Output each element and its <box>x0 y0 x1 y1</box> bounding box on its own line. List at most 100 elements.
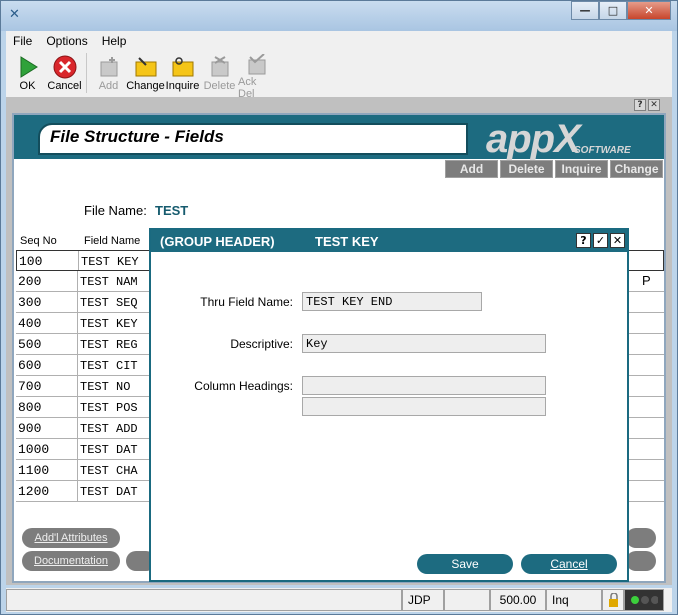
field-cell: TEST ADD <box>80 422 138 436</box>
seq-cell: 400 <box>16 313 78 333</box>
minimize-button[interactable]: — <box>571 1 599 20</box>
menu-file[interactable]: File <box>6 34 39 48</box>
action-delete[interactable]: Delete <box>500 160 553 178</box>
menu-options[interactable]: Options <box>39 34 94 48</box>
field-cell: TEST KEY <box>81 255 139 269</box>
field-cell: TEST REG <box>80 338 138 352</box>
close-icon[interactable]: ✕ <box>648 99 660 111</box>
seq-no-header: Seq No <box>20 235 57 247</box>
title-bar: ✕ — □ ✕ <box>1 1 677 31</box>
seq-cell: 200 <box>16 271 78 291</box>
thru-field-label: Thru Field Name: <box>200 295 293 309</box>
panel-banner: File Structure - Fields appX SOFTWARE <box>14 115 664 161</box>
change-icon <box>134 54 158 80</box>
status-bar: JDP 500.00 Inq <box>6 588 672 612</box>
seq-cell: 700 <box>16 376 78 396</box>
field-cell: TEST SEQ <box>80 296 138 310</box>
cancel-label: Cancel <box>47 80 82 92</box>
toolbar-separator <box>86 53 87 93</box>
column-headings-label: Column Headings: <box>194 379 293 393</box>
seq-cell: 900 <box>16 418 78 438</box>
seq-cell: 1100 <box>16 460 78 480</box>
file-name-value: TEST <box>155 203 189 218</box>
stop-icon <box>53 54 77 80</box>
field-cell: TEST DAT <box>80 485 138 499</box>
dialog-title-right: TEST KEY <box>315 234 379 249</box>
field-cell: TEST NAM <box>80 275 138 289</box>
group-header-dialog: (GROUP HEADER) TEST KEY ? ✓ ✕ Thru Field… <box>149 228 629 582</box>
menu-help[interactable]: Help <box>95 34 134 48</box>
cancel-button[interactable]: Cancel <box>46 51 83 95</box>
field-cell: TEST POS <box>80 401 138 415</box>
status-blank <box>444 589 490 611</box>
change-button[interactable]: Change <box>126 51 165 95</box>
dialog-close-icon[interactable]: ✕ <box>610 233 625 248</box>
action-add[interactable]: Add <box>445 160 498 178</box>
status-message <box>6 589 402 611</box>
seq-cell: 800 <box>16 397 78 417</box>
dialog-help-icon[interactable]: ? <box>576 233 591 248</box>
status-user: JDP <box>402 589 444 611</box>
appx-logo: appX <box>486 117 581 161</box>
seq-cell: 1000 <box>16 439 78 459</box>
close-window-button[interactable]: ✕ <box>627 1 671 20</box>
column-heading-input-2[interactable] <box>302 397 546 416</box>
seq-cell: 300 <box>16 292 78 312</box>
dialog-title-left: (GROUP HEADER) <box>160 234 275 249</box>
field-cell: TEST NO <box>80 380 131 394</box>
descriptive-label: Descriptive: <box>230 337 293 351</box>
add-button[interactable]: Add <box>90 51 127 95</box>
ok-label: OK <box>19 80 36 92</box>
lock-icon <box>602 589 624 611</box>
status-mode: Inq <box>546 589 602 611</box>
field-cell: TEST CIT <box>80 359 138 373</box>
change-label: Change <box>126 80 165 92</box>
delete-icon <box>208 54 232 80</box>
field-cell: TEST CHA <box>80 464 138 478</box>
help-icon[interactable]: ? <box>634 99 646 111</box>
column-heading-input-1[interactable] <box>302 376 546 395</box>
seq-cell: 1200 <box>16 481 78 501</box>
toolbar: OK Cancel Add Change Inquire Delete Ack … <box>6 51 672 100</box>
delete-button[interactable]: Delete <box>201 51 238 95</box>
descriptive-input[interactable]: Key <box>302 334 546 353</box>
ack-del-button[interactable]: Ack Del <box>238 51 275 100</box>
addl-attributes-button[interactable]: Add'l Attributes <box>22 528 120 548</box>
field-name-header: Field Name <box>84 235 141 247</box>
action-bar: Add Delete Inquire Change <box>444 159 664 179</box>
add-label: Add <box>98 80 119 92</box>
traffic-light-icon <box>624 589 664 611</box>
dialog-cancel-button[interactable]: Cancel <box>521 554 617 574</box>
maximize-button[interactable]: □ <box>599 1 627 20</box>
save-button[interactable]: Save <box>417 554 513 574</box>
ok-button[interactable]: OK <box>9 51 46 95</box>
seq-cell: 600 <box>16 355 78 375</box>
file-name-label: File Name: <box>84 203 147 218</box>
play-icon <box>16 54 40 80</box>
seq-cell: 500 <box>16 334 78 354</box>
action-change[interactable]: Change <box>610 160 663 178</box>
dialog-check-icon[interactable]: ✓ <box>593 233 608 248</box>
inquire-button[interactable]: Inquire <box>164 51 201 95</box>
thru-field-input[interactable]: TEST KEY END <box>302 292 482 311</box>
field-cell: TEST DAT <box>80 443 138 457</box>
appx-x-icon: ✕ <box>9 7 20 22</box>
documentation-button[interactable]: Documentation <box>22 551 120 571</box>
appx-logo-sub: SOFTWARE <box>574 145 631 156</box>
row-flag: P <box>642 273 651 288</box>
add-icon <box>97 54 121 80</box>
seq-cell: 100 <box>17 251 79 270</box>
menu-bar: File Options Help <box>6 31 672 51</box>
dialog-title-bar: (GROUP HEADER) TEST KEY ? ✓ ✕ <box>151 230 627 252</box>
inquire-label: Inquire <box>165 80 200 92</box>
delete-label: Delete <box>203 80 236 92</box>
right-button-1[interactable] <box>626 528 656 548</box>
field-cell: TEST KEY <box>80 317 138 331</box>
ack-del-icon <box>245 54 269 76</box>
action-inquire[interactable]: Inquire <box>555 160 608 178</box>
right-button-2[interactable] <box>626 551 656 571</box>
inquire-icon <box>171 54 195 80</box>
app-window: ✕ — □ ✕ File Options Help OK Cancel Add … <box>0 0 678 615</box>
status-version: 500.00 <box>490 589 546 611</box>
page-title: File Structure - Fields <box>50 127 224 146</box>
